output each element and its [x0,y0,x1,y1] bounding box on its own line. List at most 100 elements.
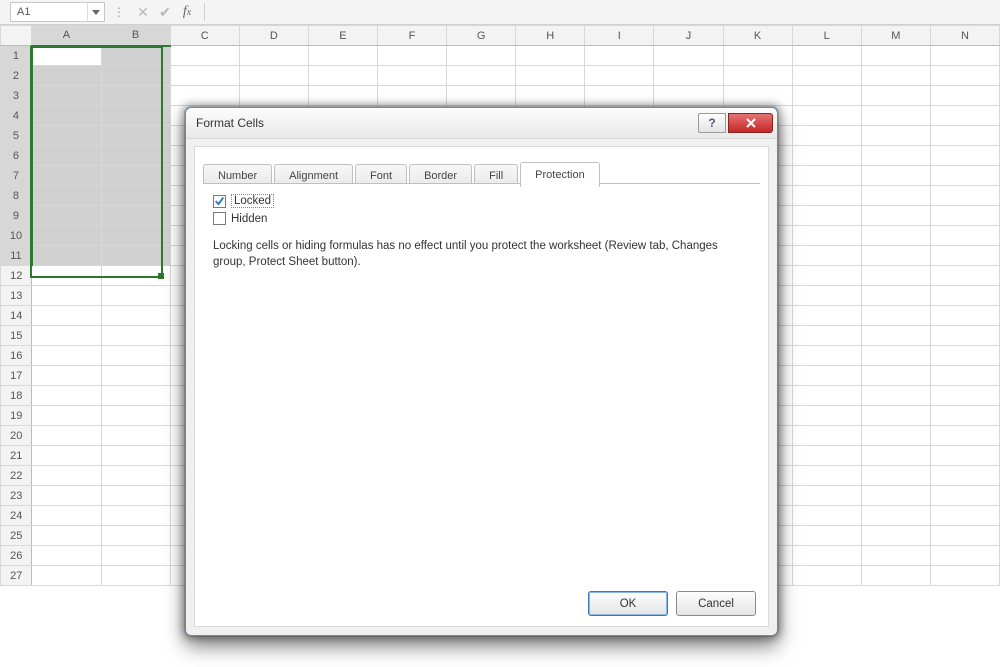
ok-button[interactable]: OK [588,591,668,616]
cell-B11[interactable] [101,246,170,266]
row-header-1[interactable]: 1 [1,46,32,66]
cell-N24[interactable] [930,506,999,526]
cell-B23[interactable] [101,486,170,506]
cell-H2[interactable] [516,66,585,86]
cell-A23[interactable] [32,486,101,506]
row-header-2[interactable]: 2 [1,66,32,86]
cell-L1[interactable] [792,46,861,66]
cell-C3[interactable] [170,86,239,106]
cell-A5[interactable] [32,126,101,146]
row-header-9[interactable]: 9 [1,206,32,226]
cell-E3[interactable] [308,86,377,106]
cell-B19[interactable] [101,406,170,426]
cell-H1[interactable] [516,46,585,66]
row-header-3[interactable]: 3 [1,86,32,106]
cell-G2[interactable] [447,66,516,86]
row-header-21[interactable]: 21 [1,446,32,466]
cell-N26[interactable] [930,546,999,566]
column-header-D[interactable]: D [239,26,308,46]
cell-E2[interactable] [308,66,377,86]
column-header-J[interactable]: J [654,26,723,46]
cell-L15[interactable] [792,326,861,346]
row-header-6[interactable]: 6 [1,146,32,166]
cell-A12[interactable] [32,266,101,286]
cell-N15[interactable] [930,326,999,346]
select-all-corner[interactable] [1,26,32,46]
cell-A10[interactable] [32,226,101,246]
locked-checkbox-row[interactable]: Locked [213,194,750,208]
cell-M11[interactable] [861,246,930,266]
row-header-20[interactable]: 20 [1,426,32,446]
column-header-G[interactable]: G [447,26,516,46]
row-header-4[interactable]: 4 [1,106,32,126]
cell-N5[interactable] [930,126,999,146]
cell-L6[interactable] [792,146,861,166]
cell-L4[interactable] [792,106,861,126]
cell-M26[interactable] [861,546,930,566]
cell-I3[interactable] [585,86,654,106]
cell-N16[interactable] [930,346,999,366]
row-header-23[interactable]: 23 [1,486,32,506]
cell-B24[interactable] [101,506,170,526]
cell-M4[interactable] [861,106,930,126]
cell-I1[interactable] [585,46,654,66]
row-header-16[interactable]: 16 [1,346,32,366]
hidden-checkbox-row[interactable]: Hidden [213,212,750,225]
cell-A8[interactable] [32,186,101,206]
cell-B17[interactable] [101,366,170,386]
cell-L22[interactable] [792,466,861,486]
cell-M8[interactable] [861,186,930,206]
cell-N14[interactable] [930,306,999,326]
cell-L10[interactable] [792,226,861,246]
cell-M25[interactable] [861,526,930,546]
cell-M10[interactable] [861,226,930,246]
cell-B20[interactable] [101,426,170,446]
cell-N18[interactable] [930,386,999,406]
cancel-button[interactable]: Cancel [676,591,756,616]
cell-N25[interactable] [930,526,999,546]
cell-L16[interactable] [792,346,861,366]
cell-N23[interactable] [930,486,999,506]
cell-A7[interactable] [32,166,101,186]
cell-N2[interactable] [930,66,999,86]
cell-E1[interactable] [308,46,377,66]
row-header-14[interactable]: 14 [1,306,32,326]
cell-D3[interactable] [239,86,308,106]
cell-N17[interactable] [930,366,999,386]
cell-B5[interactable] [101,126,170,146]
row-header-8[interactable]: 8 [1,186,32,206]
cell-A18[interactable] [32,386,101,406]
cell-A24[interactable] [32,506,101,526]
cell-N19[interactable] [930,406,999,426]
cell-N22[interactable] [930,466,999,486]
cell-A14[interactable] [32,306,101,326]
cell-L13[interactable] [792,286,861,306]
cell-A3[interactable] [32,86,101,106]
cell-K3[interactable] [723,86,792,106]
row-header-5[interactable]: 5 [1,126,32,146]
row-header-13[interactable]: 13 [1,286,32,306]
cell-L23[interactable] [792,486,861,506]
cell-A16[interactable] [32,346,101,366]
cell-L12[interactable] [792,266,861,286]
cell-N27[interactable] [930,566,999,586]
cell-M14[interactable] [861,306,930,326]
cell-L14[interactable] [792,306,861,326]
cell-M6[interactable] [861,146,930,166]
cell-D2[interactable] [239,66,308,86]
cell-M24[interactable] [861,506,930,526]
row-header-18[interactable]: 18 [1,386,32,406]
row-header-15[interactable]: 15 [1,326,32,346]
cell-B2[interactable] [101,66,170,86]
column-header-H[interactable]: H [516,26,585,46]
cell-G1[interactable] [447,46,516,66]
cell-A9[interactable] [32,206,101,226]
cell-A21[interactable] [32,446,101,466]
column-header-C[interactable]: C [170,26,239,46]
cell-B21[interactable] [101,446,170,466]
cell-B25[interactable] [101,526,170,546]
cell-L5[interactable] [792,126,861,146]
cell-N1[interactable] [930,46,999,66]
cell-L19[interactable] [792,406,861,426]
column-header-M[interactable]: M [861,26,930,46]
